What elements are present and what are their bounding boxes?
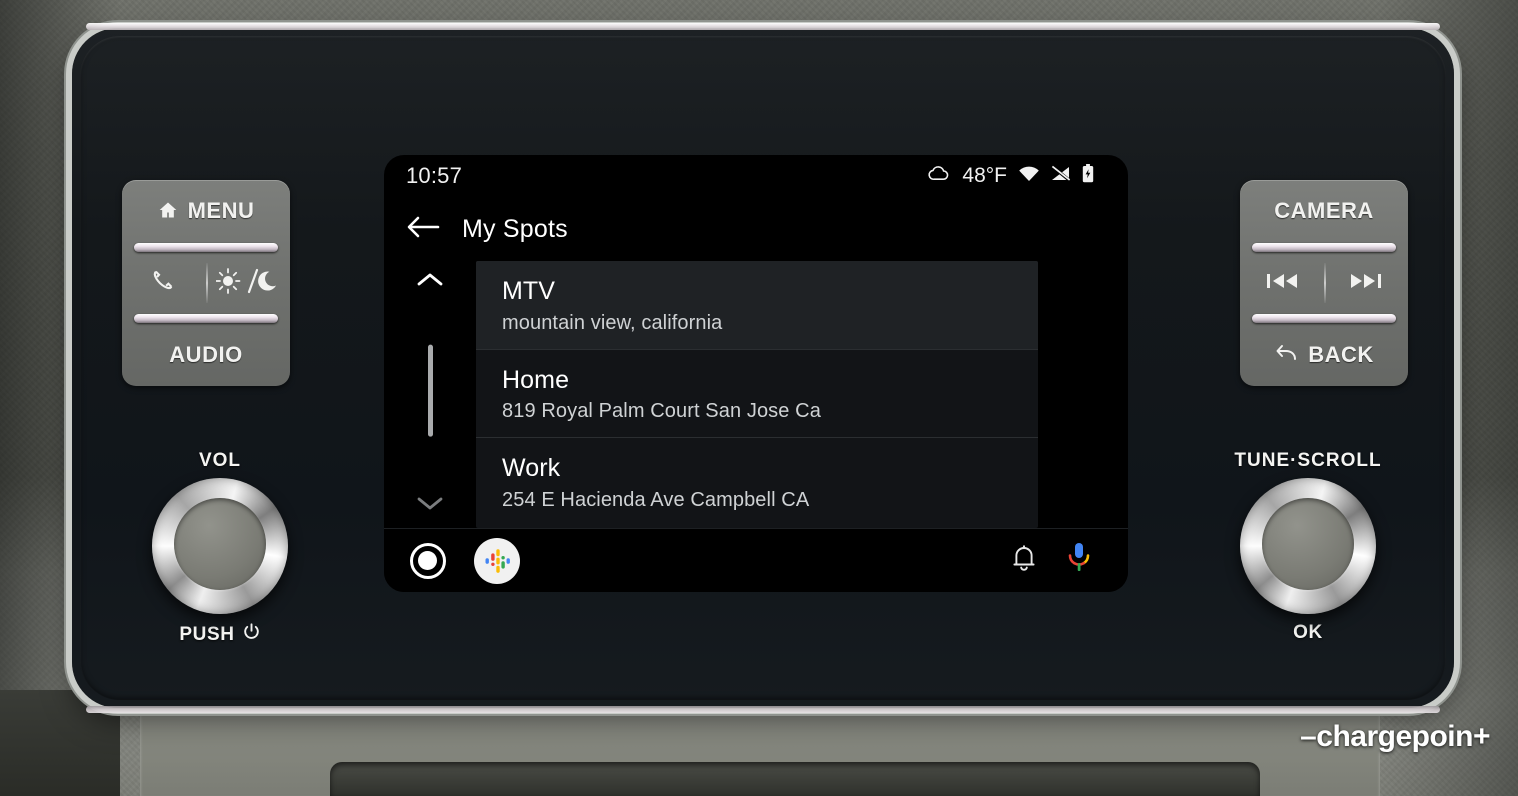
menu-button[interactable]: MENU (122, 180, 290, 243)
chevron-down-icon[interactable] (413, 492, 447, 514)
watermark-plus: + (1472, 720, 1491, 753)
volume-knob-push-group: PUSH (120, 622, 320, 647)
scrollbar-track[interactable] (384, 291, 476, 492)
chargepoint-watermark: – chargepoin + (1300, 720, 1490, 754)
right-button-cluster: CAMERA BACK (1240, 180, 1408, 386)
tune-scroll-knob[interactable] (1240, 478, 1376, 614)
button-separator-top-right (1252, 242, 1396, 252)
list-item-subtitle: 819 Royal Palm Court San Jose Ca (502, 400, 821, 422)
google-assistant-mic-icon[interactable] (1066, 541, 1092, 580)
status-clock: 10:57 (406, 163, 463, 188)
brightness-day-night-icon (215, 267, 280, 299)
bottom-navigation-bar (384, 528, 1128, 592)
chevron-up-icon[interactable] (413, 269, 447, 291)
list-item-title: MTV (502, 277, 556, 305)
phone-display-button-row (122, 252, 290, 315)
back-button-label: BACK (1308, 341, 1374, 367)
tune-scroll-knob-group: TUNE·SCROLL OK (1208, 450, 1408, 644)
tune-scroll-ok-label: OK (1293, 622, 1323, 643)
skip-previous-icon (1265, 270, 1299, 296)
list-item[interactable]: Home 819 Royal Palm Court San Jose Ca (476, 350, 1038, 438)
status-temperature: 48°F (962, 164, 1007, 187)
left-button-cluster: MENU AUDIO (122, 180, 290, 386)
list-item-title: Home (502, 365, 570, 394)
tune-scroll-knob-label: TUNE·SCROLL (1234, 450, 1382, 471)
bezel-chrome-trim-top (86, 23, 1440, 30)
list-item-subtitle: 254 E Hacienda Ave Campbell CA (502, 488, 810, 511)
volume-knob-group: VOL PUSH (120, 450, 320, 647)
infotainment-screen: 10:57 48°F My Spots MTV mountain view, c… (384, 155, 1128, 592)
wifi-icon (1018, 164, 1040, 188)
display-brightness-button[interactable] (206, 267, 290, 299)
volume-knob-push-label: PUSH (179, 623, 235, 645)
button-row-divider-right (1324, 262, 1326, 304)
phone-button[interactable] (122, 266, 206, 300)
my-spots-list: MTV mountain view, california Home 819 R… (476, 261, 1038, 528)
skip-next-icon (1349, 270, 1383, 296)
track-button-row (1240, 252, 1408, 315)
list-item[interactable]: Work 254 E Hacienda Ave Campbell CA (476, 438, 1038, 526)
bezel-chrome-trim-bottom (86, 706, 1440, 713)
button-row-divider (206, 262, 208, 304)
audio-button[interactable]: AUDIO (122, 323, 290, 386)
battery-icon (1082, 163, 1094, 189)
camera-button[interactable]: CAMERA (1240, 180, 1408, 243)
button-separator-bottom-right (1252, 314, 1396, 324)
status-bar-icons: 48°F (927, 163, 1094, 189)
list-item-subtitle: mountain view, california (502, 311, 723, 334)
menu-button-label: MENU (187, 198, 255, 224)
page-title: My Spots (462, 214, 568, 243)
phone-icon (149, 266, 179, 300)
home-circle-icon[interactable] (410, 542, 446, 579)
previous-track-button[interactable] (1240, 270, 1324, 296)
cloud-icon (927, 164, 951, 188)
button-separator-bottom (134, 314, 278, 324)
camera-button-label: CAMERA (1274, 198, 1374, 224)
volume-knob-label: VOL (198, 450, 242, 471)
dashboard-background: MENU AUDIO CAMERA BACK VOL PUSH TUNE·SCR… (0, 0, 1518, 796)
status-bar: 10:57 48°F (384, 155, 1128, 197)
back-curved-arrow-icon (1274, 342, 1298, 368)
next-track-button[interactable] (1324, 270, 1408, 296)
scrollbar-thumb[interactable] (427, 345, 433, 438)
dashboard-lower-slot (330, 762, 1260, 796)
list-item-title: Work (502, 454, 561, 482)
audio-button-label: AUDIO (169, 341, 243, 367)
watermark-text: chargepoin (1316, 720, 1473, 753)
screen-content: MTV mountain view, california Home 819 R… (384, 261, 1128, 528)
back-arrow-icon[interactable] (406, 214, 440, 245)
list-item[interactable]: MTV mountain view, california (476, 261, 1038, 350)
watermark-leading-dash: – (1300, 720, 1317, 753)
google-podcasts-icon[interactable] (474, 537, 520, 584)
button-separator-top (134, 242, 278, 252)
back-button[interactable]: BACK (1240, 323, 1408, 386)
volume-knob[interactable] (152, 478, 288, 614)
home-icon (158, 198, 178, 224)
power-icon (242, 622, 261, 647)
scroll-rail (384, 261, 476, 528)
bell-icon[interactable] (1010, 543, 1038, 578)
app-bar: My Spots (384, 197, 1128, 261)
cellular-off-icon (1051, 164, 1071, 188)
